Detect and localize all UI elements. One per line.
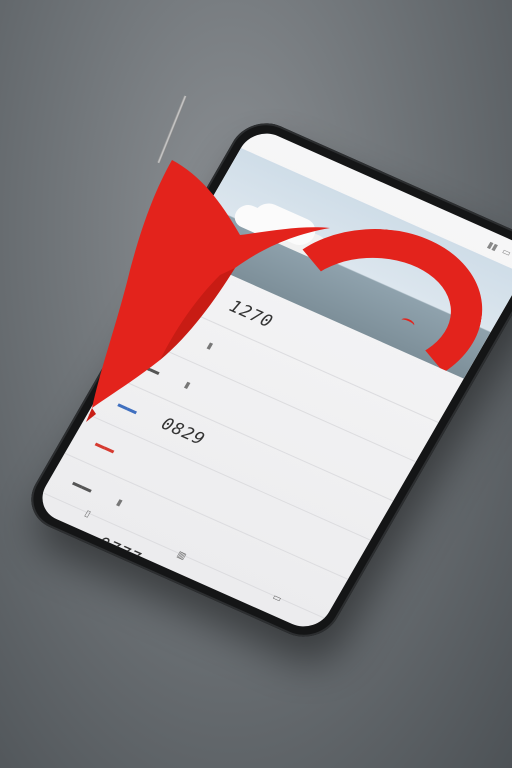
scene: ▮▮ ▭ ▬▬ 1270 ▬▬ ▮ ▬▬ ▮ <box>0 0 512 768</box>
flag-cloth <box>92 160 330 408</box>
red-flag <box>86 160 330 422</box>
flag-tassel <box>86 408 96 422</box>
